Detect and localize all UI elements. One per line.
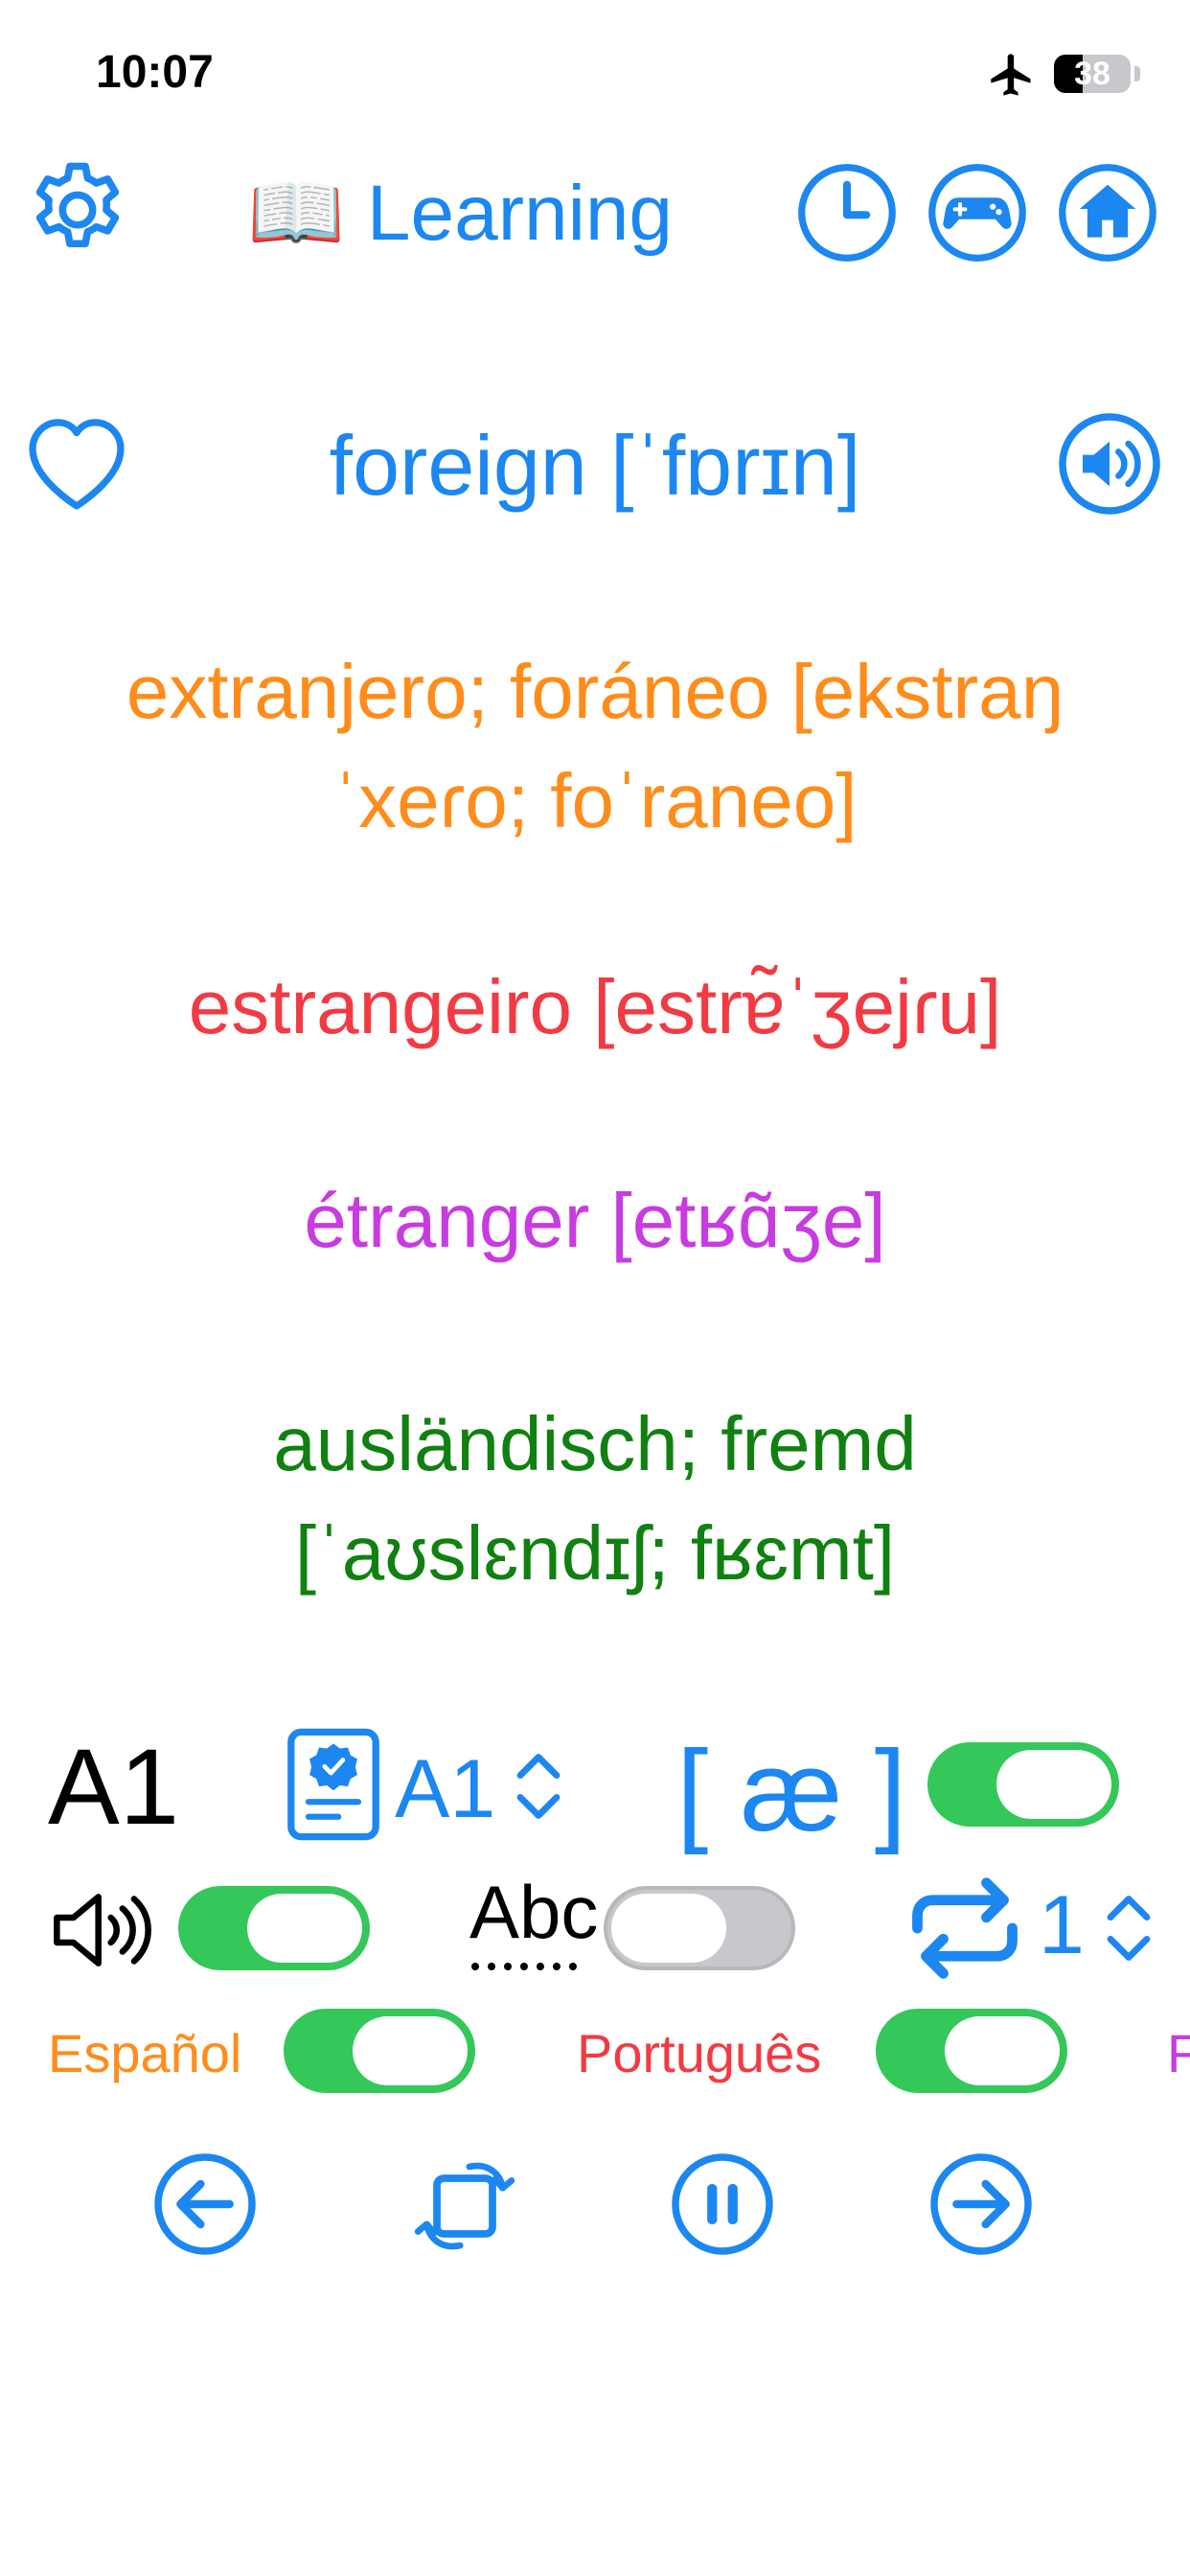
- next-arrow-icon[interactable]: [927, 2150, 1035, 2258]
- word-french: étranger [etʁɑ̃ʒe]: [304, 1178, 886, 1263]
- language-label-french: F: [1167, 2023, 1190, 2083]
- spelling-toggle[interactable]: [604, 1886, 795, 1970]
- repeat-count[interactable]: 1: [1039, 1878, 1085, 1973]
- battery-level: 38: [1074, 56, 1110, 92]
- word-spanish: extranjero; foráneo [ekstraŋ ˈxeɾo; foˈr…: [126, 649, 1064, 843]
- settings-gear-icon[interactable]: [23, 157, 132, 266]
- pause-icon[interactable]: [669, 2150, 776, 2258]
- spelling-dots: [471, 1963, 577, 1970]
- repeat-icon: [912, 1877, 1018, 1979]
- ipa-toggle[interactable]: [927, 1742, 1119, 1827]
- status-time: 10:07: [96, 47, 214, 98]
- level-certificate-icon[interactable]: [284, 1723, 383, 1846]
- sound-speaker-icon: [54, 1894, 151, 1966]
- battery-icon: 38: [1054, 55, 1131, 93]
- game-controller-icon[interactable]: [926, 161, 1029, 264]
- previous-arrow-icon[interactable]: [151, 2150, 259, 2258]
- flip-card-icon[interactable]: [408, 2150, 521, 2262]
- word-portuguese: estrangeiro [estrɐ̃ˈʒejɾu]: [188, 964, 1002, 1049]
- level-stepper-chevron-icon[interactable]: [512, 1750, 565, 1823]
- level-selector[interactable]: A1: [395, 1742, 495, 1837]
- repeat-stepper-chevron-icon[interactable]: [1102, 1892, 1156, 1965]
- word-german: ausländisch; fremd [ˈaʊslɛndɪʃ; fʁɛmt]: [273, 1401, 917, 1596]
- battery-cap: [1134, 66, 1140, 81]
- sound-toggle[interactable]: [178, 1886, 370, 1970]
- current-level-label: A1: [48, 1727, 179, 1847]
- page-title: 📖 Learning: [247, 170, 674, 257]
- ipa-symbol-label: [ æ ]: [676, 1727, 907, 1855]
- spelling-label: Abc: [469, 1870, 599, 1954]
- language-label-portuguese: Português: [577, 2023, 822, 2083]
- airplane-mode-icon: [991, 54, 1031, 96]
- home-icon[interactable]: [1056, 161, 1159, 264]
- speaker-play-icon[interactable]: [1056, 410, 1163, 518]
- language-label-spanish: Español: [48, 2023, 242, 2083]
- language-toggle-spanish[interactable]: [284, 2009, 475, 2093]
- history-clock-icon[interactable]: [795, 161, 899, 264]
- word-english: foreign [ˈfɒrɪn]: [329, 418, 861, 513]
- language-toggle-portuguese[interactable]: [876, 2009, 1067, 2093]
